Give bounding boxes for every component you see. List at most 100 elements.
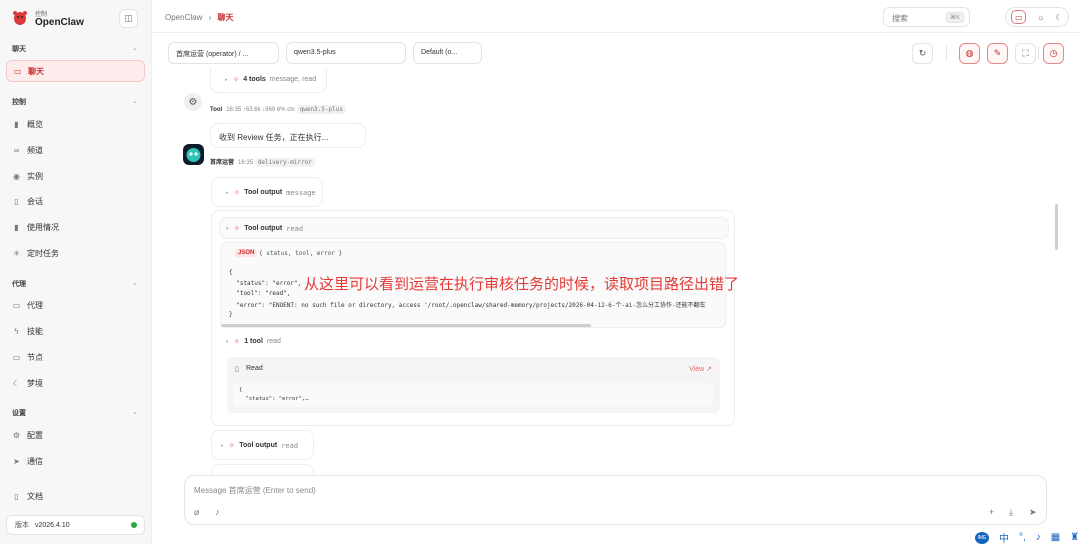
sidebar-item-label: 文档 (27, 491, 43, 501)
file-icon: ▯ (14, 196, 19, 206)
one-tool-title: 1 tool (244, 338, 263, 345)
shirt-icon[interactable]: ♜ (1070, 532, 1079, 543)
theme-switcher[interactable]: ▭ ☼ ☾ (1005, 7, 1069, 27)
tool-output-title: Tool output (244, 189, 283, 196)
tools-card: ▸ ✧ 4 tools message, read (210, 68, 327, 93)
sidebar-item-nodes[interactable]: ▭ 节点 (6, 346, 145, 368)
triangle-icon: ▾ (226, 225, 229, 232)
sidebar-item-overview[interactable]: ▮ 概览 (6, 113, 145, 135)
sparkle-icon: ✧ (233, 224, 241, 233)
tool-output-summary[interactable]: ▸ ✧ Tool output read (221, 441, 298, 450)
tools-subtitle: message, read (269, 76, 317, 83)
sidebar-item-skills[interactable]: ϟ 技能 (6, 320, 145, 342)
expand-icon: ⛶ (1022, 48, 1029, 58)
sidebar-item-chat[interactable]: ▭ 聊天 (6, 60, 145, 82)
section-chat-title[interactable]: 聊天 (12, 44, 26, 54)
read-title: Read (246, 365, 263, 372)
breadcrumb-current: 聊天 (217, 13, 234, 22)
sparkle-icon: ✧ (233, 337, 241, 346)
sidebar-item-dreams[interactable]: ☾ 梦境 (6, 372, 145, 394)
download-icon[interactable]: ⤓ (1009, 507, 1013, 518)
message-input[interactable]: Message 首席运营 (Enter to send) (194, 485, 316, 496)
one-tool-summary[interactable]: ▾ ✧ 1 tool read (226, 337, 281, 346)
sidebar-toggle-button[interactable]: ◫ (119, 9, 138, 28)
sidebar-item-label: 实例 (27, 171, 43, 181)
model-chip: qwen3.5-plus (296, 105, 346, 114)
tool-output-subtitle: read (281, 441, 299, 450)
session-select[interactable]: 首席运营 (operator) / ... (168, 42, 279, 64)
section-control-title[interactable]: 控制 (12, 97, 26, 107)
sidebar-item-label: 配置 (27, 430, 43, 440)
search-input[interactable]: 搜索 ⌘K (883, 7, 970, 27)
sidebar-item-channels[interactable]: ∞ 频道 (6, 139, 145, 161)
sidebar-item-agents[interactable]: ▭ 代理 (6, 294, 145, 316)
section-agents-title[interactable]: 代理 (12, 279, 26, 289)
code-line: "tool": "read", (229, 290, 291, 297)
horizontal-scrollbar[interactable] (221, 324, 591, 327)
breadcrumb: OpenClaw › 聊天 (165, 12, 234, 23)
sidebar-item-cron[interactable]: ✳ 定时任务 (6, 242, 145, 264)
tool-output-summary[interactable]: ▸ ✧ Tool output message (226, 188, 316, 197)
json-summary: { status, tool, error } (259, 250, 343, 257)
search-shortcut: ⌘K (945, 12, 964, 23)
ime-logo-icon[interactable]: IME (975, 531, 989, 544)
spinner-icon: ✳ (13, 248, 20, 258)
chevron-down-icon[interactable]: ⌄ (132, 279, 138, 287)
chevron-down-icon[interactable]: ⌄ (132, 97, 138, 105)
sidebar-item-sessions[interactable]: ▯ 会话 (6, 190, 145, 212)
breadcrumb-root[interactable]: OpenClaw (165, 13, 202, 22)
breadcrumb-separator: › (208, 13, 212, 22)
grid-icon[interactable]: ▦ (1051, 532, 1060, 543)
divider (1038, 46, 1039, 60)
read-preview: { "status": "error",… (233, 383, 713, 407)
sidebar-item-label: 概览 (27, 119, 43, 129)
section-settings-title[interactable]: 设置 (12, 408, 26, 418)
tool-output-summary: ▾ ✧ Tool output read (226, 224, 303, 233)
triangle-icon: ▸ (225, 76, 228, 83)
sidebar-item-docs[interactable]: ▯ 文档 (6, 485, 145, 507)
ime-language[interactable]: 中 (999, 530, 1009, 544)
tool-output-header[interactable]: ▾ ✧ Tool output read (219, 217, 729, 239)
bolt-icon: ϟ (14, 326, 19, 336)
sidebar-toggle-icon: ◫ (124, 13, 133, 23)
fullscreen-button[interactable]: ⛶ (1015, 43, 1036, 64)
moon-icon[interactable]: ☾ (1055, 13, 1062, 22)
message-composer[interactable]: Message 首席运营 (Enter to send) ⌀ ♪ + ⤓ ➤ (184, 475, 1047, 525)
annotation-overlay: 从这里可以看到运营在执行审核任务的时候，读取项目路径出错了 (304, 276, 740, 293)
sidebar-item-instances[interactable]: ◉ 实例 (6, 165, 145, 187)
microphone-icon[interactable]: ♪ (215, 507, 220, 517)
send-icon[interactable]: ➤ (1029, 507, 1037, 518)
chevron-down-icon[interactable]: ⌄ (132, 44, 138, 52)
sun-icon[interactable]: ☼ (1037, 13, 1044, 22)
ime-punct[interactable]: °, (1019, 532, 1026, 543)
focus-button[interactable]: ◍ (959, 43, 980, 64)
top-bar: OpenClaw › 聊天 搜索 ⌘K ▭ ☼ ☾ (152, 0, 1080, 33)
thinking-select[interactable]: Default (o... (413, 42, 482, 64)
monitor-icon[interactable]: ▭ (1011, 10, 1027, 24)
microphone-icon[interactable]: ♪ (1036, 532, 1041, 543)
tool-name: Tool (210, 107, 223, 113)
tools-summary[interactable]: ▸ ✧ 4 tools message, read (225, 75, 316, 84)
vertical-scrollbar[interactable] (1055, 204, 1058, 250)
plus-icon[interactable]: + (989, 507, 994, 517)
tool-meta: Tool 16:35 ↑63.6k ↓969 6% ctx qwen3.5-plu… (210, 105, 346, 114)
tools-title: 4 tools (243, 76, 266, 83)
triangle-icon: ▾ (226, 338, 229, 345)
sidebar-item-label: 通信 (27, 456, 43, 466)
model-select[interactable]: qwen3.5-plus (286, 42, 406, 64)
send-icon: ➤ (13, 456, 20, 466)
divider (946, 46, 947, 60)
tools-button[interactable]: ✎ (987, 43, 1008, 64)
code-line: } (229, 311, 233, 318)
view-link[interactable]: View ↗ (689, 365, 712, 373)
sidebar-item-comms[interactable]: ➤ 通信 (6, 450, 145, 472)
brain-icon: ◍ (965, 48, 974, 58)
attach-icon[interactable]: ⌀ (194, 507, 199, 518)
sidebar-item-usage[interactable]: ▮ 使用情况 (6, 216, 145, 238)
refresh-button[interactable]: ↻ (912, 43, 933, 64)
sidebar-item-config[interactable]: ⚙ 配置 (6, 424, 145, 446)
openclaw-logo (13, 11, 27, 25)
file-icon: ▯ (235, 366, 239, 373)
chevron-down-icon[interactable]: ⌄ (132, 408, 138, 416)
cron-button[interactable]: ◷ (1043, 43, 1064, 64)
